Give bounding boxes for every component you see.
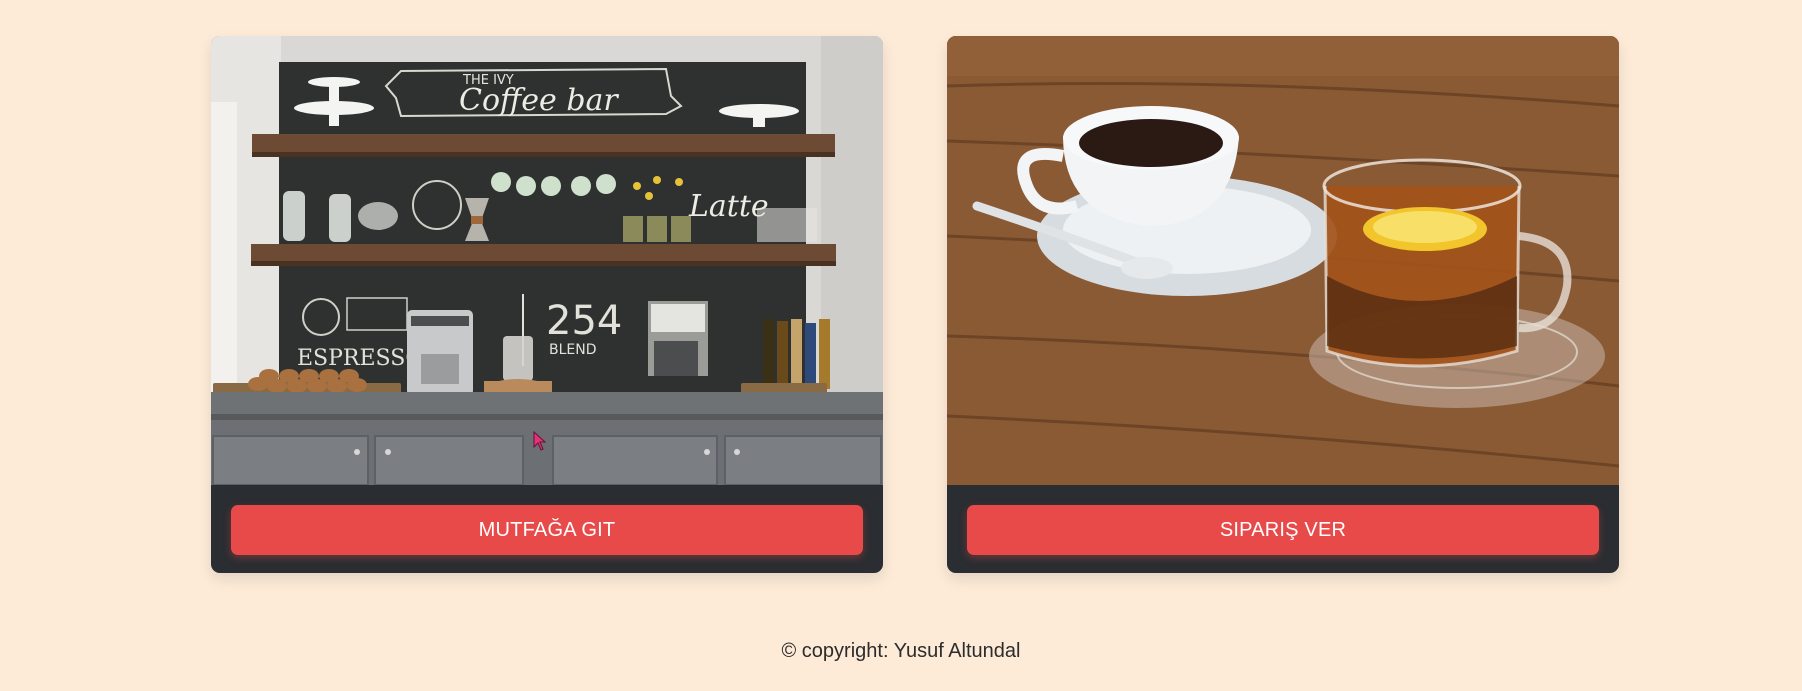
kitchen-card: THE IVY Coffee bar Latte ESPRESSO 254 BL…: [211, 36, 883, 573]
coffee-bar-image: THE IVY Coffee bar Latte ESPRESSO 254 BL…: [211, 36, 883, 485]
mouse-cursor-icon: [533, 431, 547, 451]
chalk-blend: BLEND: [549, 342, 597, 358]
chalk-254: 254: [546, 298, 622, 344]
copyright-footer: © copyright: Yusuf Altundal: [781, 640, 1021, 662]
place-order-button[interactable]: SIPARIŞ VER: [967, 505, 1599, 555]
chalk-latte: Latte: [688, 189, 769, 224]
coffee-and-tea-image: [947, 36, 1619, 485]
chalk-coffee-bar: Coffee bar: [459, 83, 619, 118]
order-card: SIPARIŞ VER: [947, 36, 1619, 573]
chalk-espresso: ESPRESSO: [297, 346, 423, 371]
go-to-kitchen-button[interactable]: MUTFAĞA GIT: [231, 505, 863, 555]
